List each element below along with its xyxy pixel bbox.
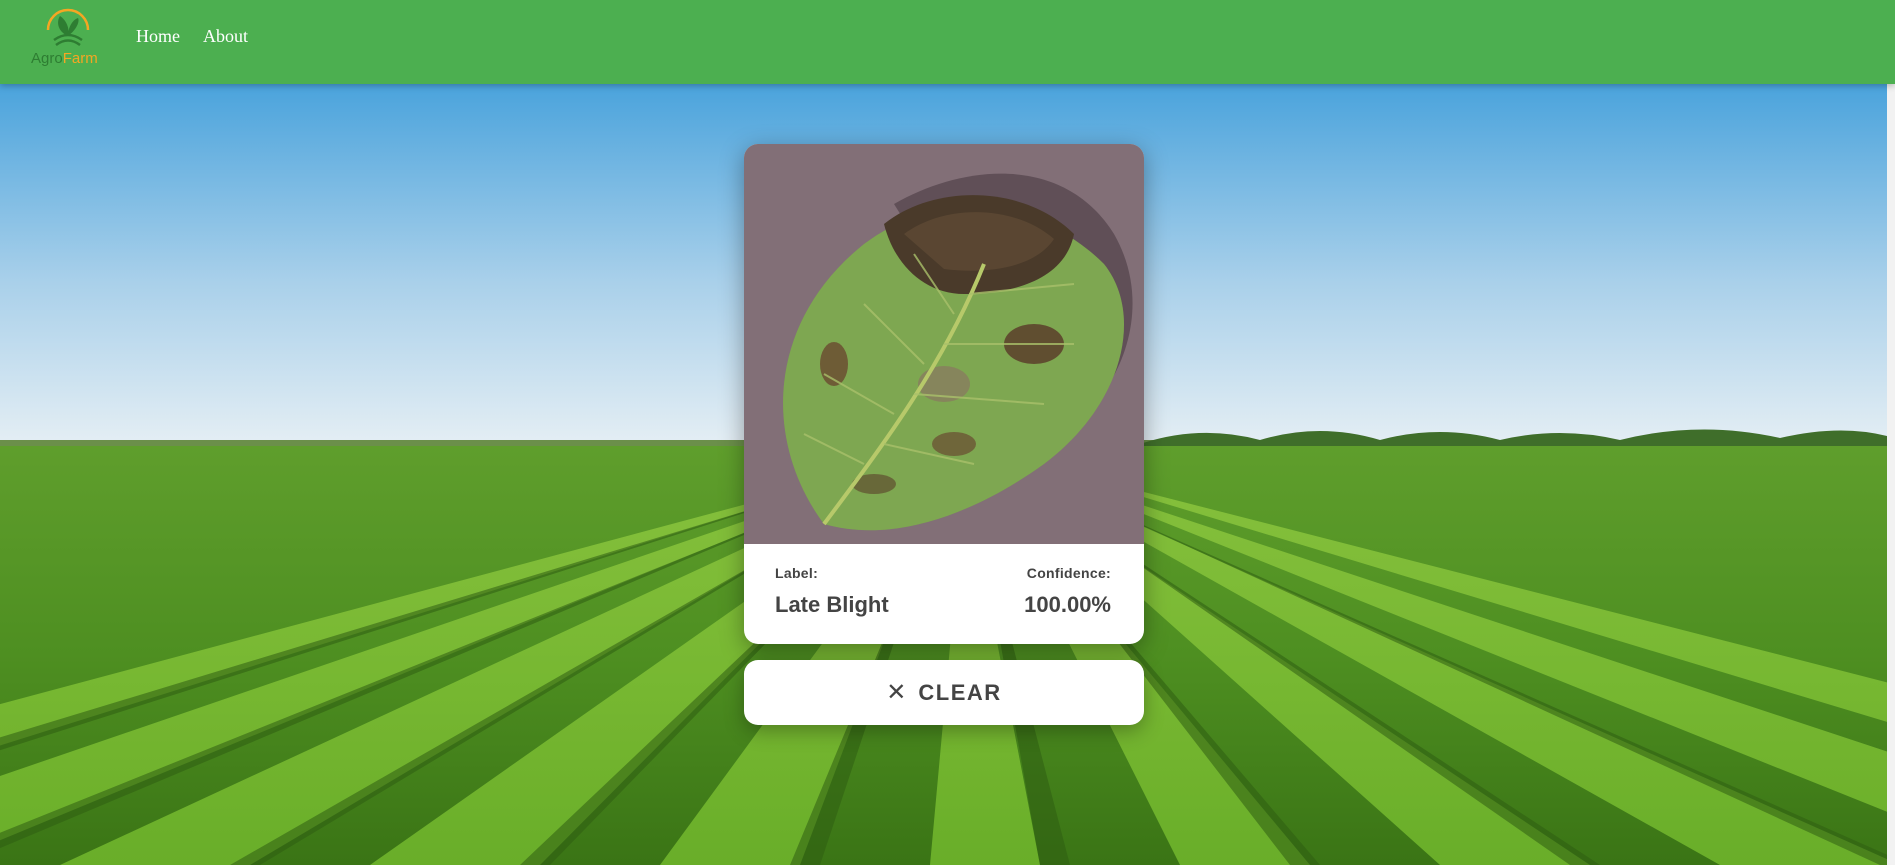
- agrofarm-logo[interactable]: AgroFarm: [30, 6, 110, 72]
- brand-name: AgroFarm: [31, 50, 98, 67]
- clear-button[interactable]: ✕ CLEAR: [744, 660, 1144, 725]
- clear-button-label: CLEAR: [918, 679, 1002, 705]
- nav-home-link[interactable]: Home: [136, 26, 180, 47]
- brand-part-agro: Agro: [31, 50, 63, 67]
- uploaded-leaf-image: [744, 144, 1144, 544]
- navbar: AgroFarm Home About: [0, 0, 1895, 84]
- prediction-card: Label: Late Blight Confidence: 100.00%: [744, 144, 1144, 644]
- close-icon: ✕: [886, 678, 907, 706]
- leaf-sun-logo-icon: [46, 8, 90, 47]
- label-caption: Label:: [775, 565, 819, 581]
- nav-about-link[interactable]: About: [203, 26, 248, 47]
- confidence-value: 100.00%: [1024, 592, 1111, 617]
- page-scrollbar-area: [1887, 84, 1895, 865]
- label-value: Late Blight: [775, 592, 889, 617]
- confidence-caption: Confidence:: [1026, 565, 1111, 581]
- brand-part-farm: Farm: [62, 50, 98, 67]
